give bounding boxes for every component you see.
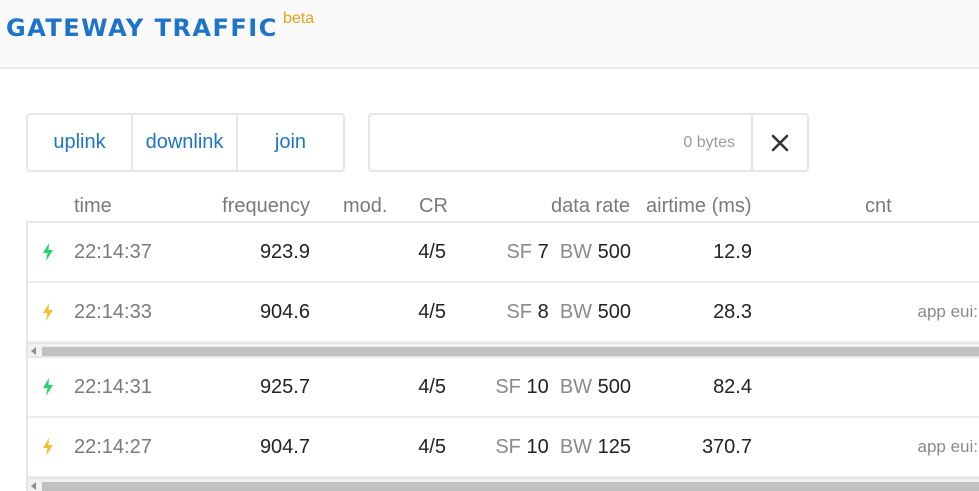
lightning-icon — [43, 243, 53, 261]
bw-value: 500 — [597, 301, 631, 323]
row-airtime: 28.3 — [713, 301, 752, 323]
message-type-filter: uplink downlink join — [26, 113, 345, 172]
row-time: 22:14:27 — [74, 436, 152, 458]
row-frequency: 923.9 — [259, 241, 310, 263]
join-filter-button[interactable]: join — [238, 115, 343, 170]
scroll-left-icon[interactable] — [31, 482, 36, 490]
clear-button[interactable] — [753, 115, 807, 170]
table-row[interactable]: 22:14:33 904.6 4/5 SF 8 BW 500 28.3 app … — [28, 283, 979, 343]
row-frequency: 904.6 — [259, 301, 310, 323]
scroll-left-icon[interactable] — [31, 347, 36, 355]
row-data-rate: SF 10 BW 500 — [495, 358, 631, 416]
row-cr: 4/5 — [418, 301, 446, 323]
bw-label: BW — [559, 436, 593, 458]
table-row[interactable]: 22:14:27 904.7 4/5 SF 10 BW 125 370.7 ap… — [28, 418, 979, 478]
traffic-panel: 22:14:37 923.9 4/5 SF 7 BW 500 12.9 22:1… — [26, 221, 979, 359]
scrollbar-thumb[interactable] — [42, 347, 979, 356]
bw-value: 500 — [597, 376, 631, 398]
column-header-mod: mod. — [343, 195, 388, 217]
table-row[interactable]: 22:14:31 925.7 4/5 SF 10 BW 500 82.4 — [28, 358, 979, 418]
beta-badge: beta — [283, 10, 315, 27]
row-airtime: 370.7 — [701, 436, 752, 458]
downlink-filter-button[interactable]: downlink — [133, 115, 238, 170]
row-time: 22:14:33 — [74, 301, 152, 323]
scrollbar-thumb[interactable] — [42, 482, 979, 491]
column-header-time: time — [74, 195, 112, 217]
bytes-field[interactable]: 0 bytes — [370, 115, 753, 170]
sf-value: 7 — [537, 241, 549, 263]
row-cr: 4/5 — [418, 376, 446, 398]
uplink-filter-button[interactable]: uplink — [28, 115, 133, 170]
column-header-airtime: airtime (ms) — [646, 195, 752, 217]
sf-label: SF — [506, 241, 533, 263]
lightning-icon — [43, 438, 53, 456]
row-time: 22:14:31 — [74, 376, 152, 398]
bw-label: BW — [559, 301, 593, 323]
sf-label: SF — [506, 301, 533, 323]
sf-label: SF — [495, 436, 521, 458]
row-airtime: 12.9 — [713, 241, 752, 263]
column-header-cr: CR — [419, 195, 448, 217]
traffic-panel: 22:14:31 925.7 4/5 SF 10 BW 500 82.4 22:… — [26, 356, 979, 491]
bw-value: 500 — [597, 241, 631, 263]
lightning-icon — [43, 378, 53, 396]
bw-label: BW — [559, 241, 593, 263]
row-airtime: 82.4 — [713, 376, 752, 398]
horizontal-scrollbar[interactable] — [28, 343, 979, 357]
bytes-filter: 0 bytes — [368, 113, 809, 172]
bw-label: BW — [559, 376, 593, 398]
sf-value: 10 — [526, 436, 549, 458]
column-header-frequency: frequency — [222, 195, 310, 217]
sf-label: SF — [495, 376, 521, 398]
horizontal-scrollbar[interactable] — [28, 478, 979, 491]
row-frequency: 904.7 — [259, 436, 310, 458]
row-cr: 4/5 — [418, 436, 446, 458]
row-data-rate: SF 7 BW 500 — [506, 223, 631, 281]
lightning-icon — [43, 303, 53, 321]
page-title: GATEWAY TRAFFIC — [6, 14, 278, 42]
table-row[interactable]: 22:14:37 923.9 4/5 SF 7 BW 500 12.9 — [28, 223, 979, 283]
row-cr: 4/5 — [418, 241, 446, 263]
row-data-rate: SF 8 BW 500 — [506, 283, 631, 341]
close-icon — [771, 134, 789, 151]
bw-value: 125 — [597, 436, 631, 458]
row-app-eui-label: app eui: — [917, 437, 979, 456]
column-header-cnt: cnt — [865, 195, 892, 217]
row-data-rate: SF 10 BW 125 — [495, 418, 631, 476]
row-frequency: 925.7 — [259, 376, 310, 398]
sf-value: 8 — [537, 301, 549, 323]
row-time: 22:14:37 — [74, 241, 152, 263]
page-header: GATEWAY TRAFFIC beta — [0, 0, 979, 69]
sf-value: 10 — [526, 376, 549, 398]
column-header-data-rate: data rate — [551, 195, 630, 217]
row-app-eui-label: app eui: — [917, 302, 979, 321]
